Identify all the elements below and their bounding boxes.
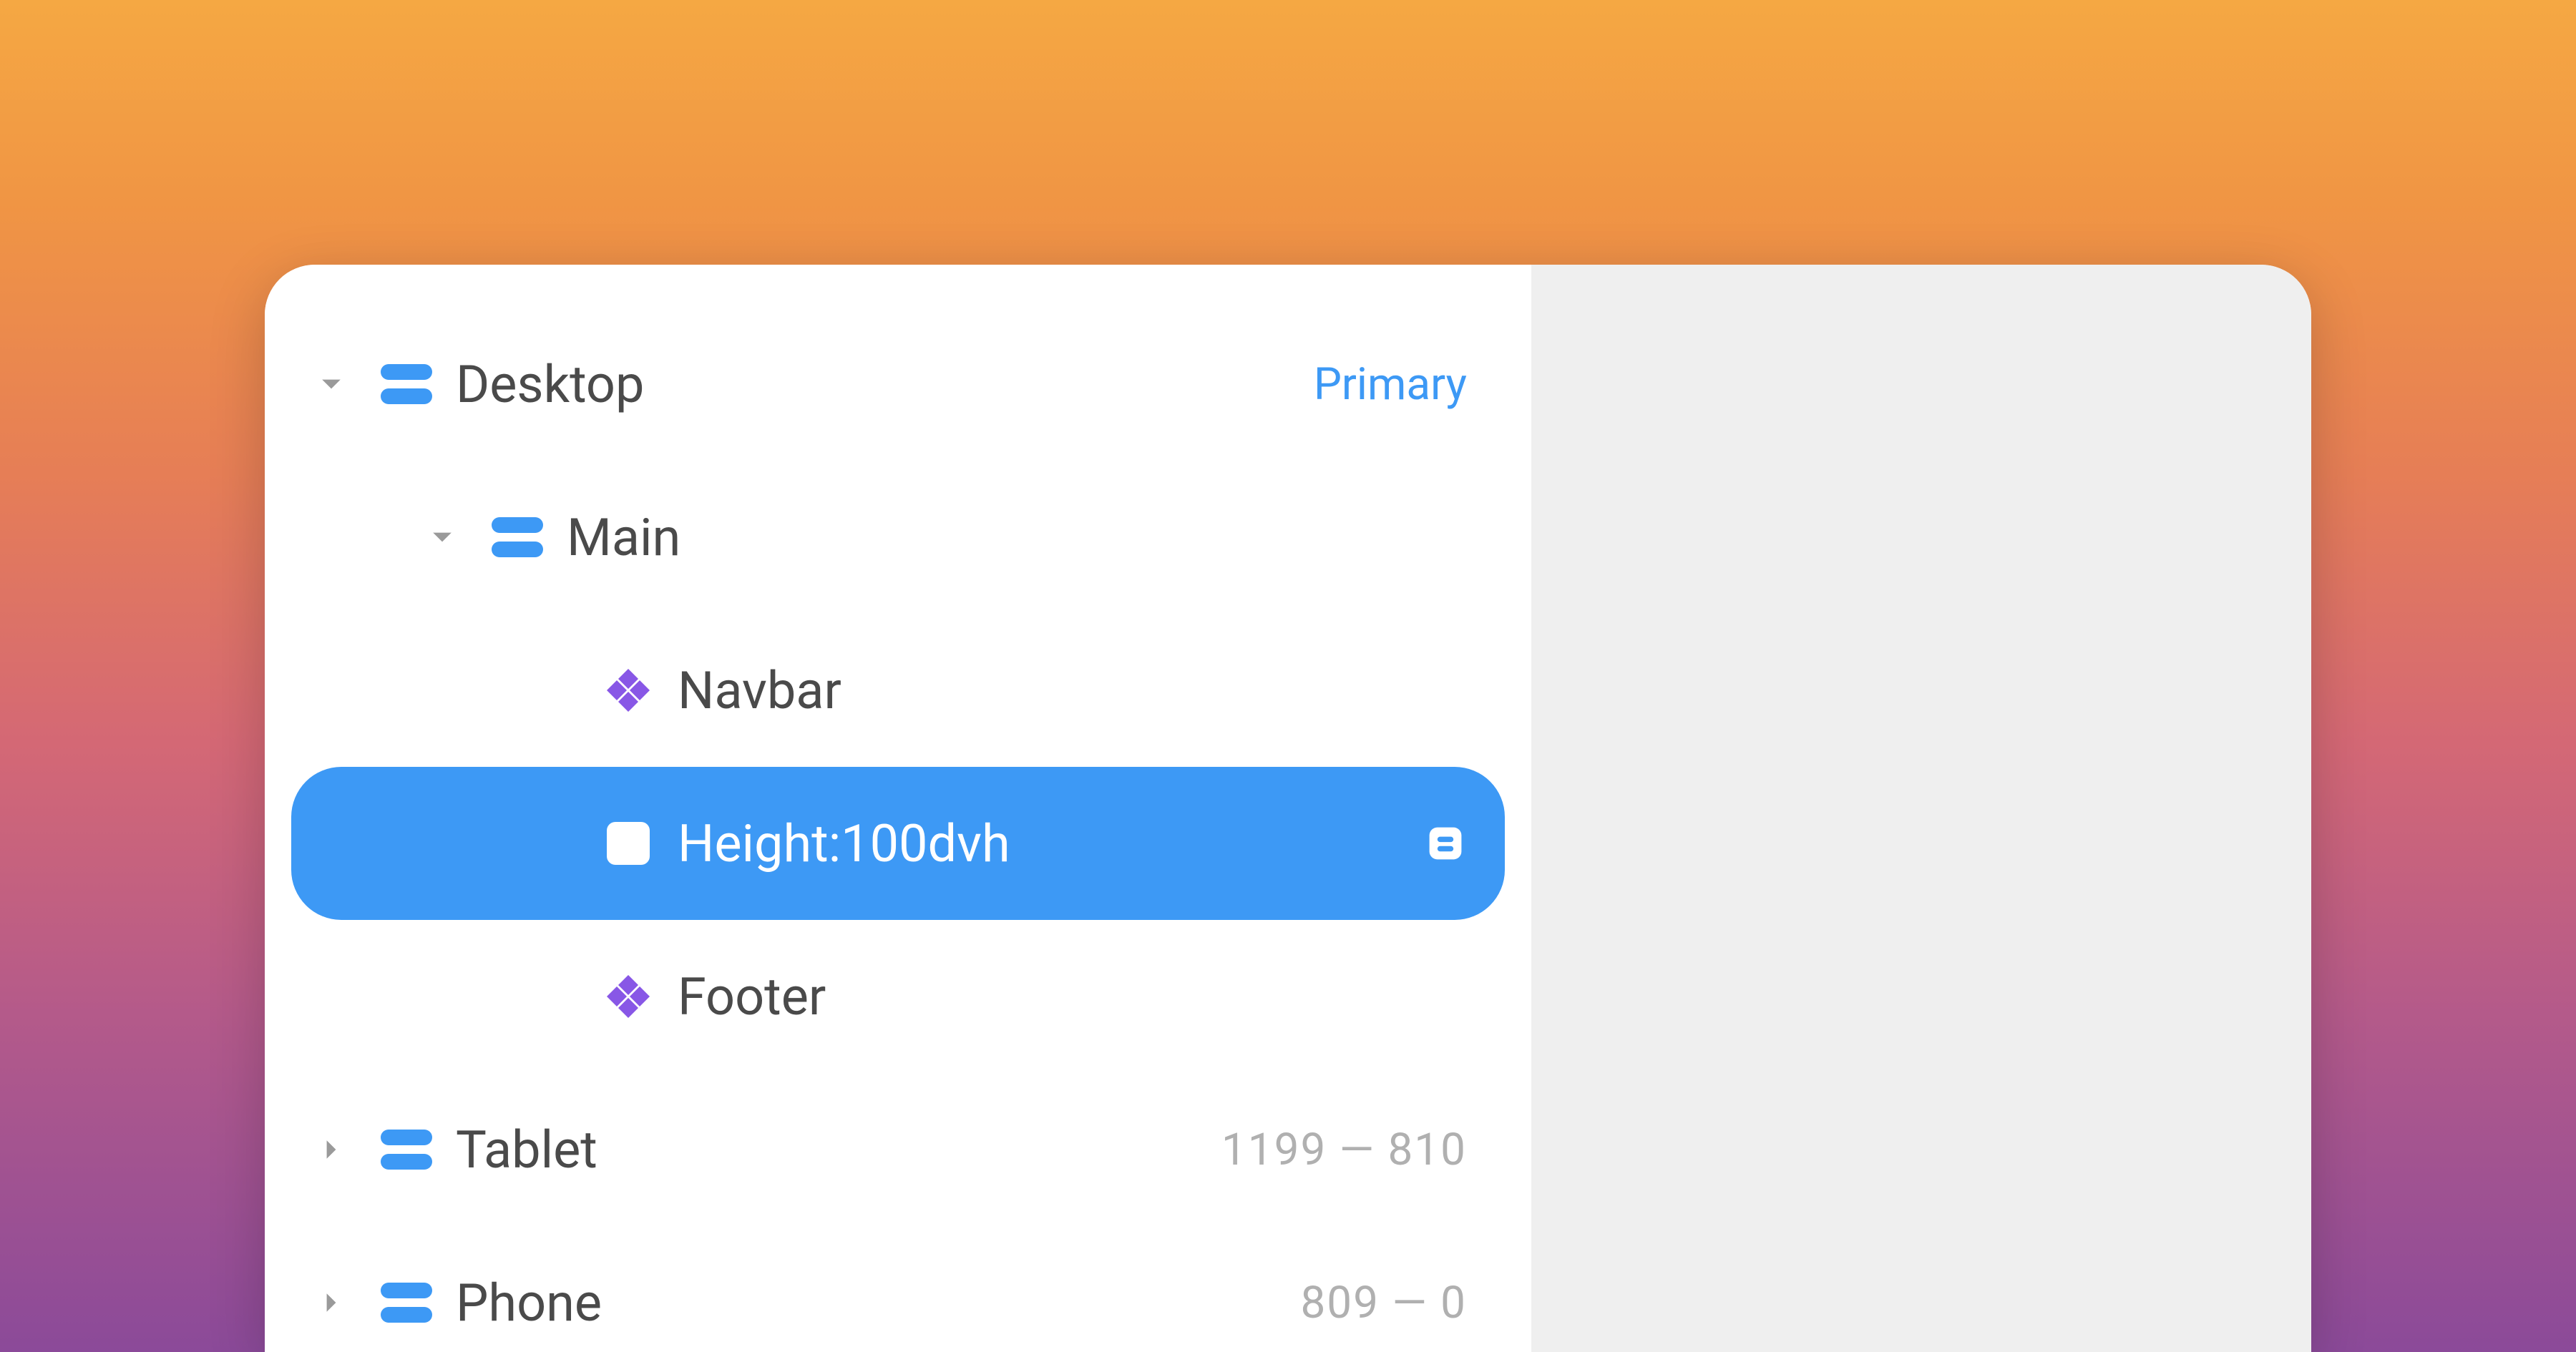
tree-item-label: Phone [447,1273,1300,1333]
tree-item-height[interactable]: Height:100dvh [291,767,1505,920]
stack-icon [365,1281,447,1324]
caret-down-icon[interactable] [297,373,365,396]
tree-panel: Desktop Primary Main [265,265,1531,1352]
content-panel [1531,265,2311,1352]
tree-item-label: Navbar [669,660,1467,721]
tree-item-label: Footer [669,966,1467,1027]
tree-item-main[interactable]: Main [265,461,1531,614]
stack-icon [476,516,558,559]
breakpoint-range: 809 — 0 [1300,1277,1467,1329]
caret-right-icon[interactable] [297,1138,365,1161]
caret-right-icon[interactable] [297,1291,365,1314]
stack-icon [365,363,447,406]
tree-item-label: Desktop [447,354,1314,415]
tree-item-tablet[interactable]: Tablet 1199 — 810 [265,1073,1531,1226]
tree-item-label: Main [558,507,1467,568]
tree-item-footer[interactable]: Footer [265,920,1531,1073]
component-icon [587,972,669,1021]
breakpoint-range: 1199 — 810 [1221,1124,1467,1176]
box-icon [587,822,669,865]
tree-item-label: Height:100dvh [669,813,1424,874]
component-icon [587,666,669,715]
primary-badge: Primary [1314,358,1467,411]
stack-icon [365,1128,447,1171]
tree-item-desktop[interactable]: Desktop Primary [265,308,1531,461]
caret-down-icon[interactable] [408,526,476,549]
tree-item-navbar[interactable]: Navbar [265,614,1531,767]
layers-panel: Desktop Primary Main [265,265,2311,1352]
tree-item-label: Tablet [447,1120,1221,1180]
tree-item-phone[interactable]: Phone 809 — 0 [265,1226,1531,1352]
box-content-icon[interactable] [1424,822,1467,865]
